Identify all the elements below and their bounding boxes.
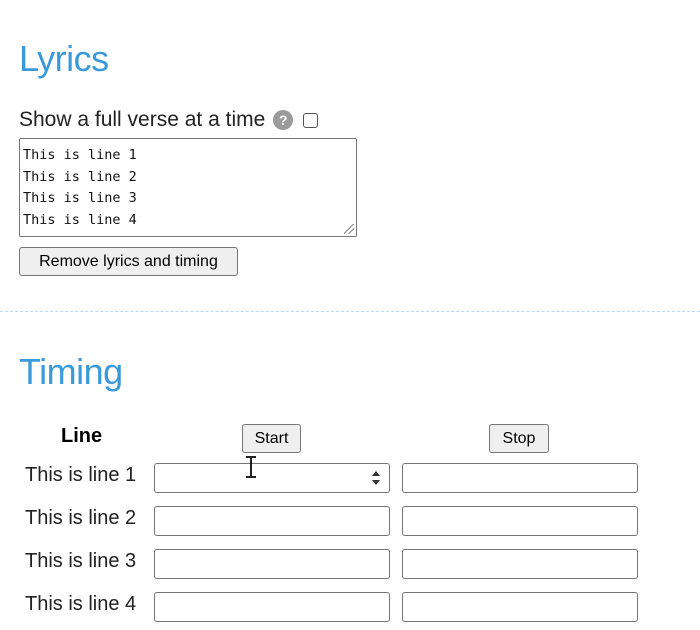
start-button[interactable]: Start	[242, 424, 301, 453]
lyrics-textarea[interactable]: This is line 1 This is line 2 This is li…	[19, 138, 357, 237]
spinner-icon[interactable]	[371, 471, 381, 485]
timing-row-label: This is line 3	[25, 550, 137, 572]
line-column-header: Line	[61, 425, 103, 447]
stop-time-input[interactable]	[402, 549, 638, 579]
lyrics-line: This is line 1	[23, 147, 137, 163]
text-cursor-icon	[246, 456, 256, 478]
lyrics-heading: Lyrics	[19, 38, 109, 79]
timing-row-label: This is line 4	[25, 593, 137, 615]
start-time-input[interactable]	[154, 549, 390, 579]
question-circle-icon[interactable]: ?	[273, 110, 294, 130]
stop-time-input[interactable]	[402, 506, 638, 536]
section-divider	[0, 311, 700, 312]
stop-time-input[interactable]	[402, 463, 638, 493]
start-time-input[interactable]	[154, 506, 390, 536]
start-time-input[interactable]	[154, 592, 390, 622]
timing-heading: Timing	[19, 351, 123, 392]
remove-lyrics-button[interactable]: Remove lyrics and timing	[19, 247, 238, 276]
resize-grip-icon[interactable]	[344, 224, 354, 234]
stop-button[interactable]: Stop	[489, 424, 549, 453]
lyrics-line: This is line 4	[23, 211, 137, 228]
full-verse-label: Show a full verse at a time	[19, 108, 266, 131]
start-time-input[interactable]	[154, 463, 390, 493]
full-verse-checkbox[interactable]	[303, 112, 319, 128]
full-verse-option: Show a full verse at a time ?	[19, 107, 319, 133]
timing-row-label: This is line 1	[25, 464, 137, 486]
lyrics-line: This is line 3	[23, 190, 137, 206]
lyrics-line: This is line 2	[23, 168, 137, 185]
timing-row-label: This is line 2	[25, 507, 137, 529]
stop-time-input[interactable]	[402, 592, 638, 622]
